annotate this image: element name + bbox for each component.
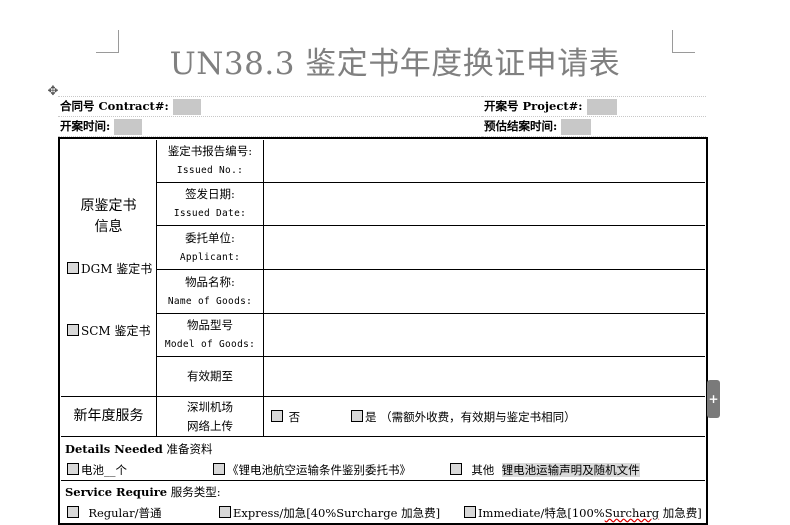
express-label: Express/加急[40%Surcharge 加急费] [233, 506, 441, 520]
battery-checkbox[interactable] [67, 463, 79, 475]
service-require-heading: Service Require 服务类型: [65, 485, 221, 499]
header-info-table: 合同号 Contract#: 开案号 Project#: 开案时间: 预估结案时… [58, 96, 706, 137]
regular-label: Regular/普通 [88, 506, 162, 520]
upload-yes-label: 是 （需额外收费，有效期与鉴定书相同） [365, 410, 576, 424]
dgm-checkbox[interactable] [67, 262, 79, 274]
upload-no-checkbox[interactable] [271, 410, 283, 422]
upload-yes-checkbox[interactable] [351, 410, 363, 422]
letter-label: 《锂电池航空运输条件鉴别委托书》 [227, 463, 411, 477]
goods-name-label: 物品名称: Name of Goods: [167, 274, 253, 307]
battery-label: 电池__个 [81, 463, 127, 477]
document-title: UN38.3 鉴定书年度换证申请表 [169, 46, 621, 82]
valid-until-label: 有效期至 [187, 369, 233, 383]
upload-no-label: 否 [288, 410, 301, 424]
express-option[interactable]: Express/加急[40%Surcharge 加急费] [219, 505, 440, 521]
original-cert-group-label: 原鉴定书 信息 [80, 198, 137, 235]
upload-no-option[interactable]: 否 [271, 409, 300, 425]
issued-date-label: 签发日期: Issued Date: [173, 187, 247, 219]
est-end-label: 预估结案时间: [484, 119, 558, 133]
application-form-table: 原鉴定书 信息 DGM 鉴定书 SCM 鉴定书 鉴定书报告编号: Issued N… [58, 137, 708, 525]
other-checkbox[interactable] [450, 463, 462, 475]
immediate-checkbox[interactable] [464, 506, 476, 518]
dgm-option[interactable]: DGM 鉴定书 [67, 260, 152, 277]
goods-name-input[interactable] [264, 270, 705, 313]
project-field[interactable] [586, 99, 617, 115]
goods-model-input[interactable] [264, 314, 705, 356]
scm-option[interactable]: SCM 鉴定书 [67, 322, 151, 339]
contract-field[interactable] [172, 99, 201, 115]
open-time-label: 开案时间: [60, 119, 111, 133]
letter-checkbox[interactable] [213, 463, 225, 475]
valid-until-input[interactable] [264, 357, 705, 396]
other-label: 其他 [471, 463, 495, 477]
goods-model-label: 物品型号 Model of Goods: [164, 318, 256, 350]
immediate-option[interactable]: Immediate/特急[100%Surcharg 加急费] [464, 505, 702, 521]
details-needed-heading: Details Needed 准备资料 [65, 442, 213, 456]
scm-label: SCM 鉴定书 [81, 324, 151, 338]
issued-date-input[interactable] [264, 183, 705, 225]
letter-option[interactable]: 《锂电池航空运输条件鉴别委托书》 [213, 462, 411, 478]
battery-option[interactable]: 电池__个 [67, 462, 127, 478]
project-label: 开案号 Project#: [484, 99, 583, 113]
scm-checkbox[interactable] [67, 324, 79, 336]
other-value-field[interactable]: 锂电池运输声明及随机文件 [501, 463, 640, 477]
express-checkbox[interactable] [219, 506, 231, 518]
open-time-field[interactable] [114, 119, 143, 135]
applicant-label: 委托单位: Applicant: [179, 230, 241, 263]
regular-checkbox[interactable] [67, 506, 79, 518]
issued-no-label: 鉴定书报告编号: Issued No.: [167, 144, 253, 176]
other-option[interactable]: 其他 锂电池运输声明及随机文件 [450, 462, 640, 478]
est-end-field[interactable] [561, 119, 592, 135]
applicant-input[interactable] [264, 226, 705, 269]
dgm-label: DGM 鉴定书 [81, 262, 153, 276]
plus-icon[interactable]: + [707, 380, 720, 418]
regular-option[interactable]: Regular/普通 [67, 505, 161, 521]
contract-label: 合同号 Contract#: [60, 99, 169, 113]
immediate-label: Immediate/特急[100%Surcharg 加急费] [478, 506, 702, 520]
issued-no-input[interactable] [264, 140, 705, 182]
new-year-service-label: 新年度服务 [73, 408, 144, 424]
upload-yes-option[interactable]: 是 （需额外收费，有效期与鉴定书相同） [351, 409, 576, 425]
upload-method-label: 深圳机场 网络上传 [187, 399, 233, 433]
